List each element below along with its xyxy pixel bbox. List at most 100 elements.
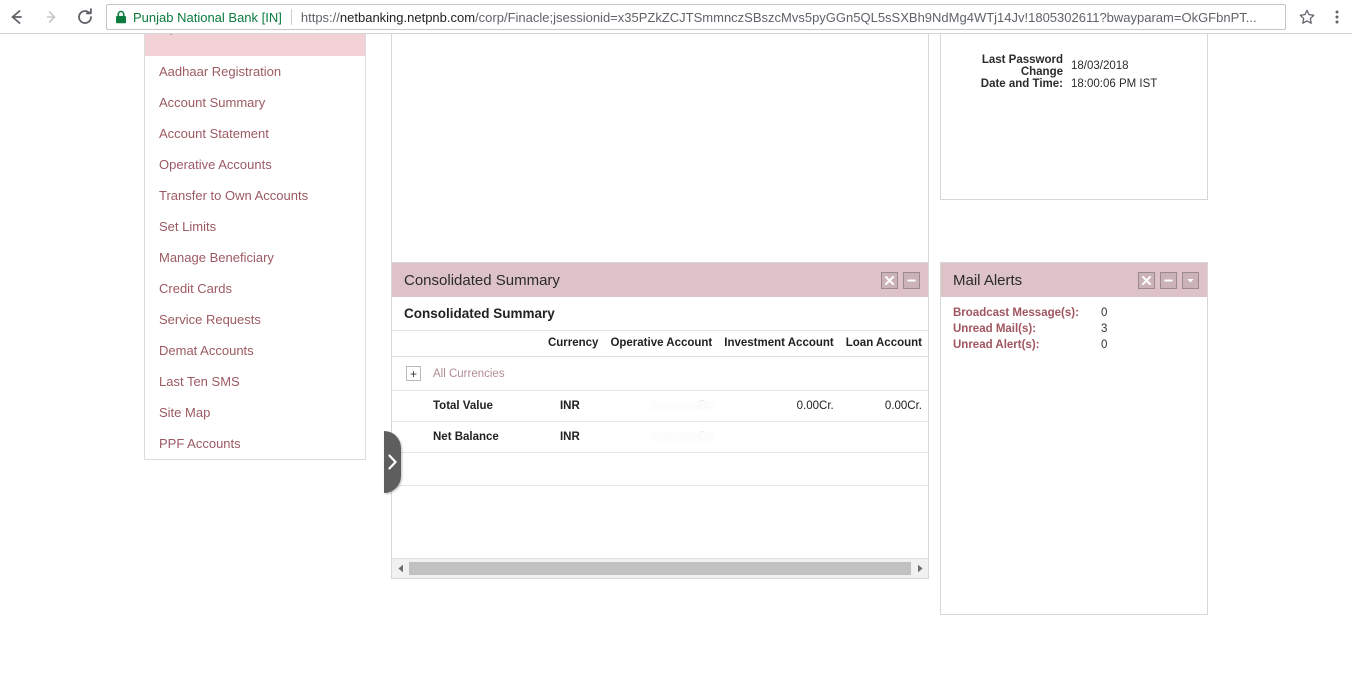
consolidated-summary-title: Consolidated Summary <box>404 271 560 289</box>
column-header-operative-account: Operative Account <box>604 331 719 357</box>
all-currencies-cell: All Currencies <box>427 356 542 391</box>
column-header-label <box>427 331 542 357</box>
back-arrow-icon <box>11 10 22 24</box>
sidebar-item-account-summary[interactable]: Account Summary <box>145 87 365 118</box>
omnibox-divider <box>290 9 292 25</box>
minimize-icon <box>907 279 916 281</box>
chrome-menu-button[interactable] <box>1322 0 1352 34</box>
forward-button[interactable] <box>34 0 68 34</box>
sidebar-expand-tab[interactable] <box>384 431 401 493</box>
mail-alerts-portlet: Mail Alerts Broadcast Message(s): 0 Unre… <box>940 262 1208 615</box>
mail-alerts-header: Mail Alerts <box>941 263 1207 297</box>
address-bar[interactable]: Punjab National Bank [IN] https://netban… <box>106 4 1286 30</box>
sidebar-menu: My Shortcuts Aadhaar Registration Accoun… <box>144 34 366 460</box>
broadcast-messages-count: 0 <box>1101 307 1108 319</box>
sidebar-item-manage-beneficiary[interactable]: Manage Beneficiary <box>145 242 365 273</box>
row-operative-account: --,--,---.--Cr. <box>604 421 719 453</box>
sidebar-item-label: Transfer to Own Accounts <box>159 188 309 203</box>
sidebar-item-demat-accounts[interactable]: Demat Accounts <box>145 335 365 366</box>
url-path: /corp/Finacle;jsessionid=x35PZkZCJTSmmnc… <box>475 9 1257 25</box>
page-content: My Shortcuts Aadhaar Registration Accoun… <box>0 34 1352 696</box>
sidebar-item-transfer-to-own-accounts[interactable]: Transfer to Own Accounts <box>145 180 365 211</box>
sidebar-item-aadhaar-registration[interactable]: Aadhaar Registration <box>145 56 365 87</box>
sidebar-item-account-statement[interactable]: Account Statement <box>145 118 365 149</box>
back-button[interactable] <box>0 0 34 34</box>
empty-portlet-body <box>392 34 928 265</box>
minimize-button[interactable] <box>1160 271 1177 289</box>
close-button[interactable] <box>1138 271 1155 289</box>
sidebar-item-service-requests[interactable]: Service Requests <box>145 304 365 335</box>
scrollbar-track[interactable] <box>409 562 911 575</box>
table-row-all-currencies: + All Currencies <box>392 356 928 391</box>
sidebar-item-operative-accounts[interactable]: Operative Accounts <box>145 149 365 180</box>
sidebar-item-label: Set Limits <box>159 219 217 234</box>
ev-certificate-name: Punjab National Bank [IN] <box>133 9 282 25</box>
consolidated-summary-portlet: Consolidated Summary Consolidated Summar… <box>391 262 929 579</box>
sidebar-item-label: Operative Accounts <box>159 157 272 172</box>
row-label-net-balance: Net Balance <box>427 421 542 453</box>
sidebar-item-label: Demat Accounts <box>159 343 254 358</box>
sidebar-item-label: Service Requests <box>159 312 261 327</box>
chevron-right-icon <box>388 454 397 470</box>
row-currency: INR <box>541 390 605 422</box>
broadcast-messages-label: Broadcast Message(s): <box>953 307 1079 319</box>
bookmark-button[interactable] <box>1292 0 1322 34</box>
table-row: Total Value INR --,--,---.--Cr. 0.00Cr. … <box>392 390 928 422</box>
table-blank-area <box>392 486 928 542</box>
all-currencies-label: All Currencies <box>433 367 505 380</box>
dropdown-button[interactable] <box>1182 271 1199 289</box>
redacted-amount: --,--,---.--Cr. <box>649 400 715 412</box>
row-currency: INR <box>541 421 605 453</box>
redacted-amount: --,--,---.--Cr. <box>649 431 715 443</box>
horizontal-scrollbar[interactable] <box>392 558 928 578</box>
sidebar-item-label: Site Map <box>159 405 211 420</box>
unread-mails-label: Unread Mail(s): <box>953 323 1037 335</box>
unread-alerts-label: Unread Alert(s): <box>953 339 1040 351</box>
sidebar-item-ppf-accounts[interactable]: PPF Accounts <box>145 428 365 459</box>
sidebar-item-last-ten-sms[interactable]: Last Ten SMS <box>145 366 365 397</box>
sidebar-item-label: Account Statement <box>159 126 269 141</box>
close-icon <box>1142 275 1151 285</box>
login-info-portlet: Last Password Change 18/03/2018 Date and… <box>940 34 1208 200</box>
reload-button[interactable] <box>68 0 102 34</box>
empty-cell <box>718 356 840 391</box>
close-button[interactable] <box>881 271 898 289</box>
mail-alerts-title: Mail Alerts <box>953 271 1023 289</box>
forward-arrow-icon <box>46 11 56 23</box>
sidebar-item-credit-cards[interactable]: Credit Cards <box>145 273 365 304</box>
chevron-left-icon <box>397 564 403 573</box>
sidebar-item-label: Aadhaar Registration <box>159 64 282 79</box>
column-header-investment-account: Investment Account <box>718 331 840 357</box>
three-dot-menu-icon <box>1335 10 1339 24</box>
sidebar-item-label: Account Summary <box>159 95 266 110</box>
sidebar-item-site-map[interactable]: Site Map <box>145 397 365 428</box>
expand-cell: + <box>392 356 427 391</box>
scroll-right-button[interactable] <box>911 560 928 578</box>
table-blank-row <box>392 453 928 486</box>
table-header-row: Currency Operative Account Investment Ac… <box>392 331 928 357</box>
row-label-total-value: Total Value <box>427 390 542 422</box>
sidebar-item-label: Last Ten SMS <box>159 374 240 389</box>
star-icon <box>1299 9 1315 24</box>
chevron-right-icon <box>917 564 923 573</box>
date-time-label: Date and Time: <box>980 78 1063 90</box>
sidebar-item-set-limits[interactable]: Set Limits <box>145 211 365 242</box>
row-investment-account <box>718 421 840 453</box>
mail-alerts-body: Broadcast Message(s): 0 Unread Mail(s): … <box>941 297 1207 353</box>
row-loan-account: 0.00Cr. <box>839 390 928 422</box>
minimize-button[interactable] <box>903 271 920 289</box>
column-header-currency: Currency <box>541 331 605 357</box>
browser-toolbar: Punjab National Bank [IN] https://netban… <box>0 0 1352 34</box>
sidebar-item-label: Credit Cards <box>159 281 232 296</box>
scroll-left-button[interactable] <box>392 560 409 578</box>
expand-toggle-button[interactable]: + <box>406 366 421 381</box>
empty-cell <box>839 356 928 391</box>
row-investment-account: 0.00Cr. <box>718 390 840 422</box>
row-operative-account: --,--,---.--Cr. <box>604 390 719 422</box>
sidebar-item-my-shortcuts[interactable]: My Shortcuts <box>145 34 365 56</box>
scrollbar-thumb[interactable] <box>409 562 911 575</box>
url-text: https://netbanking.netpnb.com/corp/Finac… <box>301 10 1277 25</box>
lock-icon <box>115 10 127 24</box>
date-time-value: 18:00:06 PM IST <box>1071 78 1158 90</box>
empty-portlet <box>391 34 929 266</box>
